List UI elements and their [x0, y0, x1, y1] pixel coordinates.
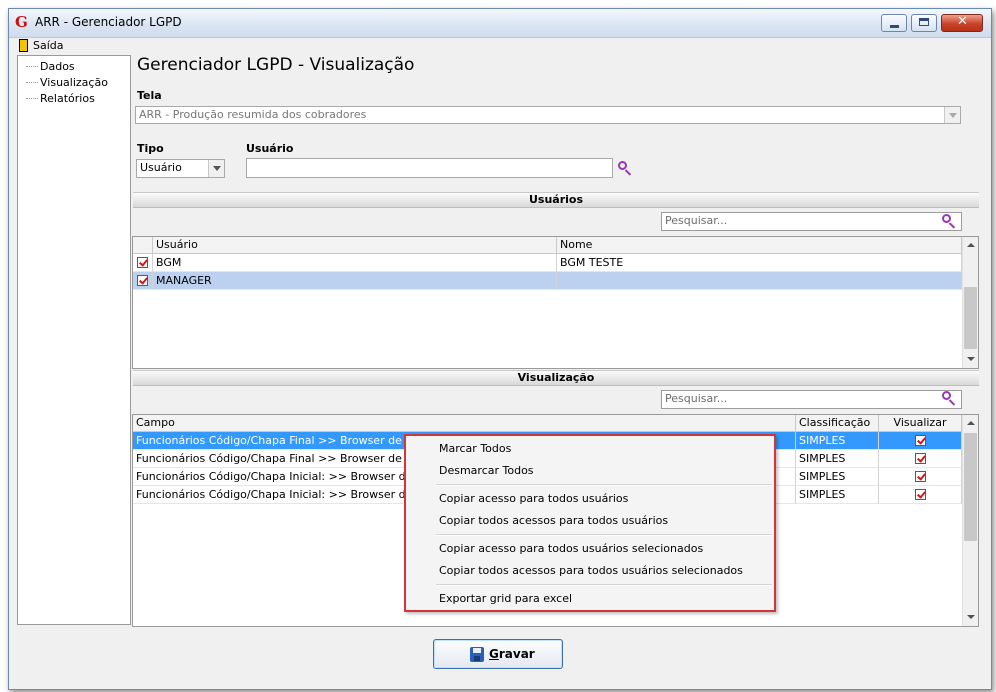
- tree-item-relatorios[interactable]: Relatórios: [40, 92, 95, 105]
- scroll-down-icon[interactable]: [967, 615, 975, 619]
- tree-item-dados[interactable]: Dados: [40, 60, 75, 73]
- row-checkbox[interactable]: [137, 257, 148, 268]
- menu-exit[interactable]: Saída: [33, 39, 64, 52]
- usuarios-section-header: Usuários: [133, 192, 979, 208]
- title-bar: G ARR - Gerenciador LGPD ✕: [9, 9, 991, 38]
- exit-door-icon: [19, 39, 28, 52]
- nome-cell: BGM TESTE: [557, 254, 962, 272]
- nome-cell: [557, 272, 962, 290]
- visualizar-cell[interactable]: [879, 450, 962, 468]
- tela-select[interactable]: ARR - Produção resumida dos cobradores: [135, 106, 961, 124]
- menu-item-copiar-acesso-todos[interactable]: Copiar acesso para todos usuários: [439, 492, 628, 505]
- menu-bar: Saída: [9, 38, 991, 54]
- visualizar-checkbox[interactable]: [915, 453, 926, 464]
- classificacao-cell: SIMPLES: [796, 432, 879, 450]
- classificacao-cell: SIMPLES: [796, 486, 879, 504]
- tree-connector: [26, 98, 38, 99]
- tree-connector: [26, 66, 38, 67]
- tela-select-value: ARR - Produção resumida dos cobradores: [139, 108, 367, 121]
- column-header-usuario[interactable]: Usuário: [153, 237, 557, 253]
- tree-connector: [26, 82, 38, 83]
- tipo-label: Tipo: [137, 142, 164, 155]
- minimize-button[interactable]: [881, 14, 907, 32]
- usuario-input[interactable]: [246, 158, 613, 178]
- usuarios-grid: Usuário Nome BGM BGM TESTE MANAGER: [132, 236, 979, 369]
- scroll-up-icon[interactable]: [967, 243, 975, 247]
- visualizacao-section-header: Visualização: [133, 370, 979, 386]
- visualizar-checkbox[interactable]: [915, 489, 926, 500]
- classificacao-cell: SIMPLES: [796, 468, 879, 486]
- search-icon[interactable]: [941, 213, 957, 229]
- menu-item-desmarcar-todos[interactable]: Desmarcar Todos: [439, 464, 534, 477]
- table-row[interactable]: MANAGER: [133, 272, 962, 290]
- row-check-cell[interactable]: [133, 254, 153, 272]
- classificacao-cell: SIMPLES: [796, 450, 879, 468]
- scroll-down-icon[interactable]: [967, 357, 975, 361]
- tipo-select-value: Usuário: [140, 161, 182, 174]
- menu-item-exportar-excel[interactable]: Exportar grid para excel: [439, 592, 572, 605]
- column-header-visualizar[interactable]: Visualizar: [879, 415, 962, 431]
- menu-separator: [436, 584, 772, 586]
- table-row[interactable]: BGM BGM TESTE: [133, 254, 962, 272]
- usuarios-grid-scrollbar[interactable]: [962, 237, 978, 368]
- page-title: Gerenciador LGPD - Visualização: [137, 55, 415, 75]
- search-icon[interactable]: [941, 390, 957, 406]
- menu-item-marcar-todos[interactable]: Marcar Todos: [439, 442, 511, 455]
- close-icon: ✕: [957, 14, 968, 29]
- usuario-cell: BGM: [153, 254, 557, 272]
- chevron-down-icon[interactable]: [208, 160, 224, 177]
- visualizar-checkbox[interactable]: [915, 471, 926, 482]
- visualizar-cell[interactable]: [879, 468, 962, 486]
- menu-separator: [436, 534, 772, 536]
- chevron-down-icon[interactable]: [944, 107, 960, 123]
- window-title: ARR - Gerenciador LGPD: [35, 15, 182, 29]
- column-header-nome[interactable]: Nome: [557, 237, 962, 253]
- usuarios-grid-header: Usuário Nome: [133, 237, 962, 254]
- tela-label: Tela: [137, 89, 162, 102]
- menu-item-copiar-acesso-selecionados[interactable]: Copiar acesso para todos usuários seleci…: [439, 542, 703, 555]
- navigation-tree: Dados Visualização Relatórios: [17, 55, 131, 625]
- scrollbar-thumb[interactable]: [964, 433, 977, 541]
- usuario-label: Usuário: [246, 142, 294, 155]
- menu-item-copiar-todos-acessos-selecionados[interactable]: Copiar todos acessos para todos usuários…: [439, 564, 743, 577]
- scrollbar-thumb[interactable]: [964, 287, 977, 349]
- save-button[interactable]: Gravar: [433, 639, 563, 669]
- save-button-label: Gravar: [489, 647, 535, 661]
- visualizacao-grid-header: Campo Classificação Visualizar: [133, 415, 962, 432]
- visualizar-cell[interactable]: [879, 432, 962, 450]
- menu-item-copiar-todos-acessos-todos[interactable]: Copiar todos acessos para todos usuários: [439, 514, 668, 527]
- context-menu: Marcar Todos Desmarcar Todos Copiar aces…: [404, 434, 776, 612]
- usuario-cell: MANAGER: [153, 272, 557, 290]
- column-header-check: [133, 237, 153, 253]
- scroll-up-icon[interactable]: [967, 421, 975, 425]
- tree-item-visualizacao[interactable]: Visualização: [40, 76, 108, 89]
- minimize-icon: [890, 25, 899, 28]
- visualizacao-search-input[interactable]: Pesquisar...: [661, 390, 962, 409]
- row-checkbox[interactable]: [137, 275, 148, 286]
- column-header-campo[interactable]: Campo: [133, 415, 796, 431]
- menu-separator: [436, 484, 772, 486]
- app-logo-icon: G: [15, 13, 28, 31]
- floppy-disk-icon: [470, 647, 484, 662]
- usuarios-search-input[interactable]: Pesquisar...: [661, 212, 962, 231]
- column-header-classificacao[interactable]: Classificação: [796, 415, 879, 431]
- tipo-select[interactable]: Usuário: [136, 159, 225, 178]
- maximize-button[interactable]: [911, 14, 937, 32]
- visualizacao-grid-scrollbar[interactable]: [962, 415, 978, 626]
- search-icon[interactable]: [617, 160, 633, 176]
- visualizar-cell[interactable]: [879, 486, 962, 504]
- close-button[interactable]: ✕: [941, 14, 983, 32]
- maximize-icon: [919, 18, 929, 26]
- row-check-cell[interactable]: [133, 272, 153, 290]
- visualizar-checkbox[interactable]: [915, 435, 926, 446]
